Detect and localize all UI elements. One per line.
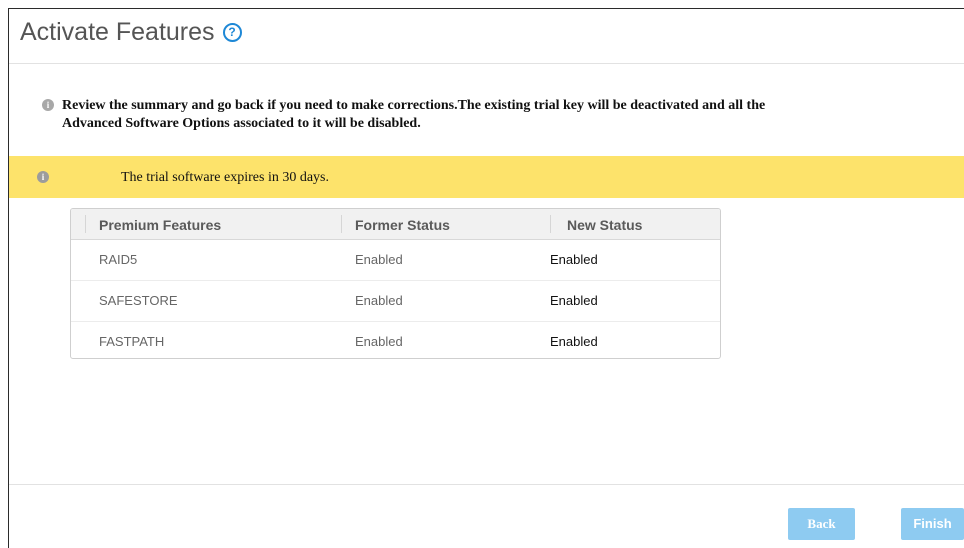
trial-expiry-text: The trial software expires in 30 days. (121, 170, 329, 185)
former-status: Enabled (355, 252, 403, 267)
table-row[interactable]: SAFESTORE Enabled Enabled (71, 281, 720, 322)
former-status: Enabled (355, 334, 403, 349)
page-title: Activate Features? (20, 18, 242, 47)
column-separator (341, 215, 342, 233)
column-header-new-status[interactable]: New Status (567, 217, 642, 233)
page-title-text: Activate Features (20, 18, 215, 46)
new-status: Enabled (550, 334, 598, 349)
column-header-former-status[interactable]: Former Status (355, 217, 450, 233)
column-header-premium-features[interactable]: Premium Features (99, 217, 221, 233)
title-divider (9, 63, 964, 64)
table-row[interactable]: FASTPATH Enabled Enabled (71, 322, 720, 358)
feature-name: RAID5 (99, 252, 138, 267)
review-message-line-1: Review the summary and go back if you ne… (62, 98, 766, 113)
review-message-line-2: Advanced Software Options associated to … (62, 116, 421, 131)
new-status: Enabled (550, 252, 598, 267)
finish-button[interactable]: Finish (901, 508, 964, 540)
footer-divider (9, 484, 964, 485)
feature-name: FASTPATH (99, 334, 165, 349)
review-message: Review the summary and go back if you ne… (62, 97, 765, 133)
column-separator (550, 215, 551, 233)
former-status: Enabled (355, 293, 403, 308)
info-icon: i (42, 99, 54, 111)
banner-info-icon: i (37, 171, 49, 183)
back-button[interactable]: Back (788, 508, 855, 540)
table-row[interactable]: RAID5 Enabled Enabled (71, 240, 720, 281)
premium-features-table: Premium Features Former Status New Statu… (70, 208, 721, 359)
new-status: Enabled (550, 293, 598, 308)
help-icon[interactable]: ? (222, 22, 242, 42)
table-header: Premium Features Former Status New Statu… (71, 209, 720, 240)
column-separator (85, 215, 86, 233)
feature-name: SAFESTORE (99, 293, 178, 308)
